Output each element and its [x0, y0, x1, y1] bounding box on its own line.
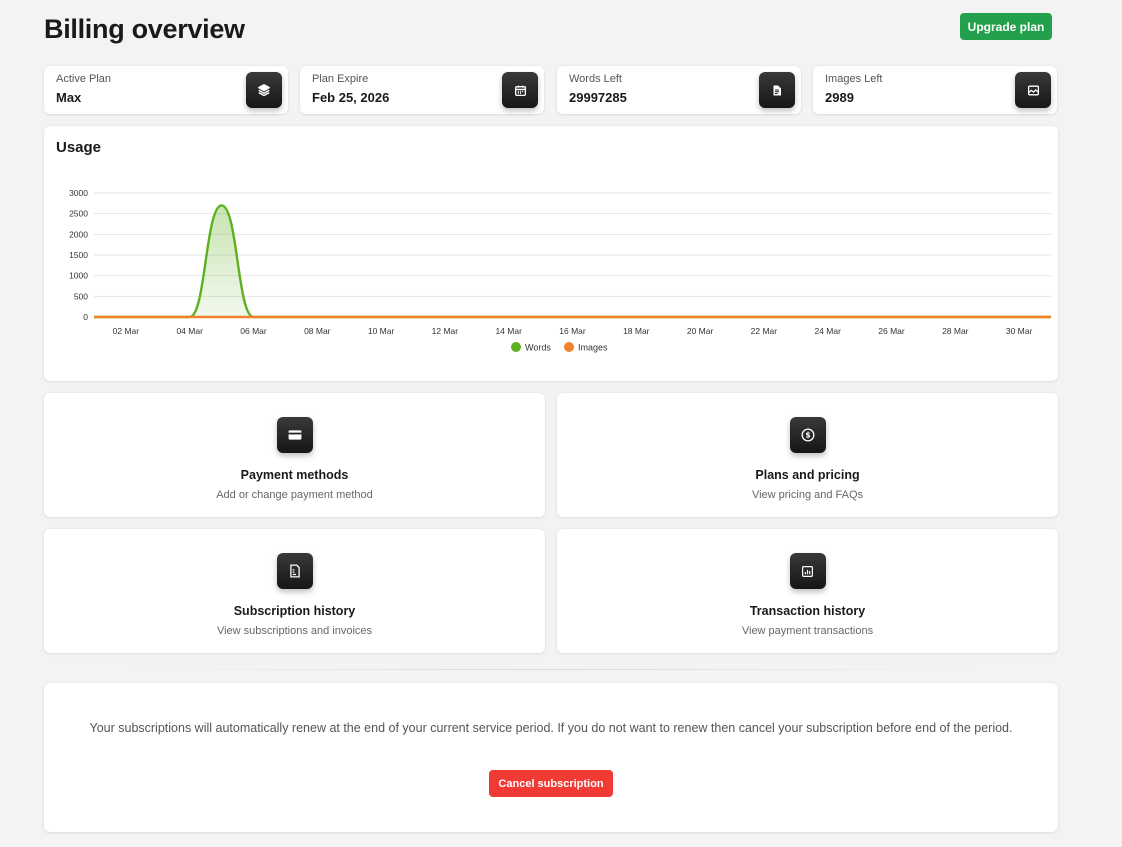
legend-item: Words — [511, 342, 551, 353]
document-icon — [759, 72, 795, 108]
legend-item: Images — [564, 342, 608, 353]
credit-card-icon — [276, 417, 313, 453]
section-divider — [120, 669, 980, 670]
layers-icon — [246, 72, 282, 108]
x-tick-label: 14 Mar — [495, 326, 522, 336]
x-tick-label: 02 Mar — [113, 326, 140, 336]
upgrade-plan-button[interactable]: Upgrade plan — [960, 13, 1052, 40]
tile-subtitle: View subscriptions and invoices — [216, 625, 373, 637]
tile-title: Transaction history — [749, 604, 866, 618]
y-tick-label: 1000 — [69, 271, 88, 281]
x-tick-label: 26 Mar — [878, 326, 905, 336]
y-tick-label: 2500 — [69, 209, 88, 219]
tile-title: Plans and pricing — [755, 468, 860, 482]
y-tick-label: 0 — [83, 312, 88, 322]
tile-subtitle: Add or change payment method — [216, 489, 373, 501]
tile-title: Subscription history — [233, 604, 356, 618]
y-tick-label: 500 — [74, 291, 88, 301]
page-title: Billing overview — [44, 14, 245, 44]
payment-methods-tile[interactable]: Payment methods Add or change payment me… — [44, 393, 545, 517]
x-tick-label: 04 Mar — [176, 326, 203, 336]
dollar-coin-icon: $ — [789, 417, 826, 453]
image-icon — [1015, 72, 1051, 108]
x-tick-label: 20 Mar — [687, 326, 714, 336]
x-tick-label: 24 Mar — [814, 326, 841, 336]
legend-label: Images — [578, 343, 608, 353]
stat-card-words-left: Words Left 29997285 — [557, 66, 801, 114]
subscription-history-tile[interactable]: Subscription history View subscriptions … — [44, 529, 545, 653]
y-tick-label: 1500 — [69, 250, 88, 260]
y-tick-label: 3000 — [69, 188, 88, 198]
x-tick-label: 16 Mar — [559, 326, 586, 336]
stat-card-images-left: Images Left 2989 — [813, 66, 1057, 114]
stat-card-plan-expire: Plan Expire Feb 25, 2026 — [300, 66, 544, 114]
legend-marker — [564, 342, 574, 352]
stat-label: Words Left — [569, 73, 622, 85]
calendar-icon — [502, 72, 538, 108]
cancel-subscription-button[interactable]: Cancel subscription — [489, 770, 613, 797]
stat-label: Images Left — [825, 73, 883, 85]
x-tick-label: 22 Mar — [751, 326, 778, 336]
x-tick-label: 08 Mar — [304, 326, 331, 336]
renewal-notice-text: Your subscriptions will automatically re… — [89, 721, 1013, 735]
stat-value: Max — [56, 90, 82, 105]
renewal-notice-card: Your subscriptions will automatically re… — [44, 683, 1058, 832]
bar-chart-icon — [789, 553, 826, 589]
usage-chart: 0 500 1000 1500 2000 2500 3000 02 Mar 04 Mar 06 M… — [69, 188, 1051, 353]
tile-title: Payment methods — [240, 468, 349, 482]
stat-value: 2989 — [825, 90, 854, 105]
receipt-icon — [276, 553, 313, 589]
x-tick-label: 30 Mar — [1006, 326, 1033, 336]
x-tick-label: 10 Mar — [368, 326, 395, 336]
tile-subtitle: View payment transactions — [741, 625, 874, 637]
stat-value: 29997285 — [569, 90, 627, 105]
x-tick-label: 18 Mar — [623, 326, 650, 336]
stat-label: Active Plan — [56, 73, 112, 85]
svg-text:$: $ — [805, 431, 810, 440]
legend-label: Words — [525, 343, 551, 353]
x-tick-label: 06 Mar — [240, 326, 267, 336]
tile-subtitle: View pricing and FAQs — [751, 489, 864, 501]
stat-value: Feb 25, 2026 — [312, 90, 390, 105]
x-tick-label: 28 Mar — [942, 326, 969, 336]
legend-marker — [511, 342, 521, 352]
stat-label: Plan Expire — [312, 73, 369, 85]
y-tick-label: 2000 — [69, 229, 88, 239]
plans-and-pricing-tile[interactable]: $ Plans and pricing View pricing and FAQ… — [557, 393, 1058, 517]
usage-card: Usage 0 500 1000 1500 2000 2500 3000 02 Mar 04 M… — [44, 126, 1058, 381]
transaction-history-tile[interactable]: Transaction history View payment transac… — [557, 529, 1058, 653]
x-tick-label: 12 Mar — [432, 326, 459, 336]
stat-card-active-plan: Active Plan Max — [44, 66, 288, 114]
